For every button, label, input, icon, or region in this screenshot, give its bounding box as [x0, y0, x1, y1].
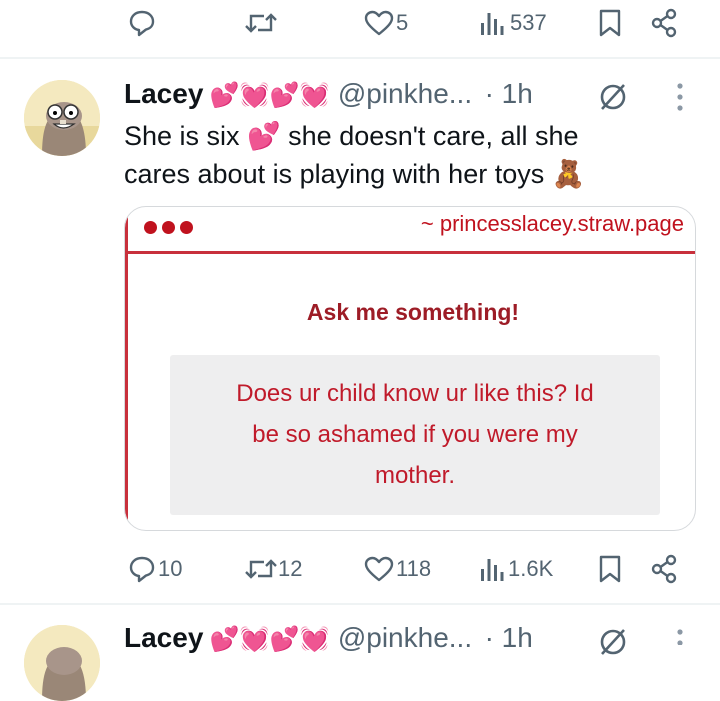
embed-header-line	[128, 251, 695, 254]
retweet-icon[interactable]	[244, 555, 278, 583]
views-icon[interactable]	[479, 9, 505, 37]
top-like-count: 5	[396, 10, 409, 35]
timestamp[interactable]: · 1h	[485, 78, 533, 109]
question-line: mother.	[374, 462, 456, 489]
share-icon[interactable]	[650, 554, 680, 584]
question-line: be so ashamed if you were my	[252, 421, 578, 448]
window-dot	[144, 221, 157, 234]
like-icon[interactable]	[363, 9, 395, 37]
divider-bottom	[0, 603, 720, 605]
top-view-count: 537	[510, 10, 547, 35]
question-line: Does ur child know ur like this? Id	[236, 380, 594, 407]
name-emojis: 💕💓💕💓	[209, 82, 330, 109]
tweet-text-line: cares about is playing with her toys 🧸	[124, 159, 586, 189]
embedded-image-card[interactable]: ~ princesslacey.straw.page Ask me someth…	[124, 206, 696, 531]
bookmark-icon[interactable]	[598, 8, 622, 38]
reply-icon[interactable]	[127, 8, 157, 38]
display-name[interactable]: Lacey	[124, 78, 203, 109]
card-url: ~ princesslacey.straw.page	[420, 211, 684, 236]
retweet-icon[interactable]	[244, 9, 278, 37]
view-count: 1.6K	[508, 556, 554, 581]
like-count: 118	[396, 556, 432, 581]
like-icon[interactable]	[363, 555, 395, 583]
divider-top	[0, 57, 720, 59]
tweet-text-line: She is six 💕 she doesn't care, all she	[124, 121, 579, 151]
ask-title: Ask me something!	[306, 299, 520, 325]
tweet-text: She is six 💕 she doesn't care, all she c…	[124, 117, 694, 193]
more-options-icon[interactable]	[675, 628, 685, 645]
share-icon[interactable]	[650, 8, 680, 38]
grok-icon[interactable]	[597, 626, 629, 658]
more-options-icon[interactable]	[675, 82, 685, 112]
bookmark-icon[interactable]	[598, 554, 622, 584]
window-dot	[180, 221, 193, 234]
question-box: Does ur child know ur like this? Id be s…	[170, 355, 660, 515]
handle[interactable]: @pinkhe...	[338, 622, 472, 653]
avatar[interactable]	[24, 80, 100, 156]
retweet-count: 12	[278, 556, 303, 581]
grok-icon[interactable]	[597, 81, 629, 113]
timestamp[interactable]: · 1h	[485, 622, 533, 653]
reply-count: 10	[158, 556, 183, 581]
question-text: Does ur child know ur like this? Id be s…	[184, 373, 646, 496]
name-emojis: 💕💓💕💓	[209, 626, 330, 653]
embed-frame: ~ princesslacey.straw.page Ask me someth…	[125, 207, 695, 530]
handle[interactable]: @pinkhe...	[338, 78, 472, 109]
avatar[interactable]	[24, 625, 100, 701]
views-icon[interactable]	[479, 555, 505, 583]
window-dot	[162, 221, 175, 234]
display-name[interactable]: Lacey	[124, 622, 203, 653]
reply-icon[interactable]	[127, 554, 157, 584]
